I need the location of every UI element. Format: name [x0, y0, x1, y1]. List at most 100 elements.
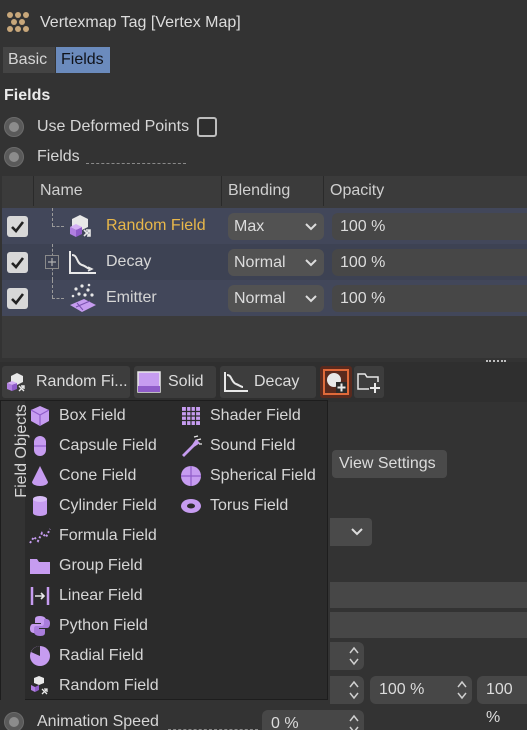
animation-speed-keyframe[interactable] — [4, 712, 24, 730]
decay-label: Decay — [254, 373, 300, 390]
menu-item-label: Capsule Field — [59, 437, 157, 454]
menu-item-radial-field[interactable]: Radial Field — [29, 641, 177, 671]
underlay-field[interactable] — [330, 582, 527, 608]
layer-enable-checkbox[interactable] — [7, 252, 28, 273]
blending-select[interactable]: Max — [228, 213, 324, 240]
add-field-object-button[interactable] — [320, 366, 352, 398]
tab-basic[interactable]: Basic — [3, 47, 55, 73]
spinner-arrows-icon — [349, 714, 359, 730]
add-decay-button[interactable]: Decay — [220, 366, 316, 398]
opacity-field[interactable]: 100 % — [332, 249, 527, 276]
field-objects-popup: Field Objects Box Field Capsule Field Co… — [0, 400, 328, 701]
sound-field-icon — [182, 435, 202, 457]
layer-enable-checkbox[interactable] — [7, 288, 28, 309]
opacity-value: 100 % — [379, 681, 425, 698]
field-layer-list: Name Blending Opacity Random Field Max 1… — [2, 176, 527, 358]
vertex-map-tag-icon — [7, 12, 29, 32]
popup-side-strip: Field Objects — [1, 401, 30, 701]
opacity-spinner-field[interactable]: 100 % — [370, 676, 472, 704]
add-random-field-button[interactable]: Random Fi... — [2, 366, 130, 398]
use-deformed-points-keyframe[interactable] — [4, 117, 24, 137]
layer-row[interactable]: Emitter Normal 100 % — [2, 280, 527, 316]
layer-name[interactable]: Decay — [106, 253, 151, 271]
menu-item-spherical-field[interactable]: Spherical Field — [180, 461, 326, 491]
solid-layer-icon — [137, 371, 161, 393]
chevron-down-icon — [305, 295, 317, 303]
animation-speed-value: 0 % — [271, 715, 299, 730]
cone-field-icon — [32, 466, 48, 486]
menu-item-capsule-field[interactable]: Capsule Field — [29, 431, 177, 461]
expand-icon[interactable] — [45, 255, 59, 269]
col-opacity[interactable]: Opacity — [324, 176, 527, 206]
layer-name[interactable]: Random Field — [106, 217, 206, 235]
layer-name[interactable]: Emitter — [106, 289, 157, 307]
menu-item-label: Sound Field — [210, 437, 296, 454]
title-bar: Vertexmap Tag [Vertex Map] — [0, 0, 527, 46]
random-field-icon — [70, 215, 91, 237]
decay-icon — [224, 372, 248, 392]
menu-item-cone-field[interactable]: Cone Field — [29, 461, 177, 491]
use-deformed-points-label: Use Deformed Points — [37, 118, 190, 135]
menu-item-label: Radial Field — [59, 647, 144, 664]
capsule-field-icon — [34, 436, 46, 456]
menu-item-label: Random Field — [59, 677, 159, 694]
menu-item-label: Python Field — [59, 617, 148, 634]
menu-item-torus-field[interactable]: Torus Field — [180, 491, 326, 521]
col-name[interactable]: Name — [34, 176, 222, 206]
menu-item-label: Cylinder Field — [59, 497, 157, 514]
use-deformed-points-checkbox[interactable] — [197, 117, 217, 137]
fields-label: Fields — [37, 148, 80, 165]
blending-select[interactable]: Normal — [228, 249, 324, 276]
opacity-field[interactable]: 100 % — [332, 213, 527, 240]
tree-line — [52, 280, 53, 298]
menu-item-sound-field[interactable]: Sound Field — [180, 431, 326, 461]
decay-icon — [69, 251, 96, 274]
menu-item-box-field[interactable]: Box Field — [29, 401, 177, 431]
underlay-spinner[interactable] — [330, 642, 364, 670]
menu-item-label: Formula Field — [59, 527, 157, 544]
tree-line — [52, 226, 64, 227]
underlay-spinner[interactable] — [330, 676, 364, 704]
underlay-dropdown[interactable] — [330, 518, 372, 546]
blending-value: Max — [234, 218, 265, 235]
menu-item-label: Group Field — [59, 557, 143, 574]
blending-value: Normal — [234, 254, 286, 271]
opacity-spinner-field[interactable]: 100 % — [477, 676, 527, 726]
radial-field-icon — [30, 646, 50, 666]
blending-value: Normal — [234, 290, 286, 307]
menu-item-group-field[interactable]: Group Field — [29, 551, 177, 581]
random-field-icon — [7, 373, 25, 392]
fields-dots — [86, 162, 186, 164]
spinner-arrows-icon — [349, 680, 359, 700]
layer-enable-checkbox[interactable] — [7, 216, 28, 237]
layer-row[interactable]: Decay Normal 100 % — [2, 244, 527, 280]
col-blending[interactable]: Blending — [222, 176, 324, 206]
tab-fields[interactable]: Fields — [56, 47, 110, 73]
spherical-field-icon — [181, 466, 201, 486]
linear-field-icon — [30, 587, 50, 605]
add-solid-layer-button[interactable]: Solid — [134, 366, 216, 398]
blending-select[interactable]: Normal — [228, 285, 324, 312]
menu-item-label: Torus Field — [210, 497, 289, 514]
python-field-icon — [30, 616, 50, 636]
field-object-icon — [323, 369, 349, 395]
menu-item-random-field[interactable]: Random Field — [29, 671, 177, 701]
fields-keyframe[interactable] — [4, 147, 24, 167]
menu-item-cylinder-field[interactable]: Cylinder Field — [29, 491, 177, 521]
underlay-field[interactable] — [330, 612, 527, 638]
menu-item-label: Box Field — [59, 407, 126, 424]
solid-label: Solid — [168, 373, 204, 390]
layer-row[interactable]: Random Field Max 100 % — [2, 208, 527, 244]
opacity-field[interactable]: 100 % — [332, 285, 527, 312]
menu-item-python-field[interactable]: Python Field — [29, 611, 177, 641]
view-settings-button[interactable]: View Settings — [332, 450, 447, 478]
window-title: Vertexmap Tag [Vertex Map] — [40, 14, 241, 31]
random-field-label: Random Fi... — [36, 373, 128, 390]
section-title: Fields — [4, 87, 51, 104]
animation-speed-field[interactable]: 0 % — [262, 710, 364, 730]
menu-item-linear-field[interactable]: Linear Field — [29, 581, 177, 611]
menu-item-formula-field[interactable]: Formula Field — [29, 521, 177, 551]
chevron-down-icon — [305, 223, 317, 231]
add-folder-button[interactable] — [354, 366, 384, 398]
menu-item-shader-field[interactable]: Shader Field — [180, 401, 326, 431]
